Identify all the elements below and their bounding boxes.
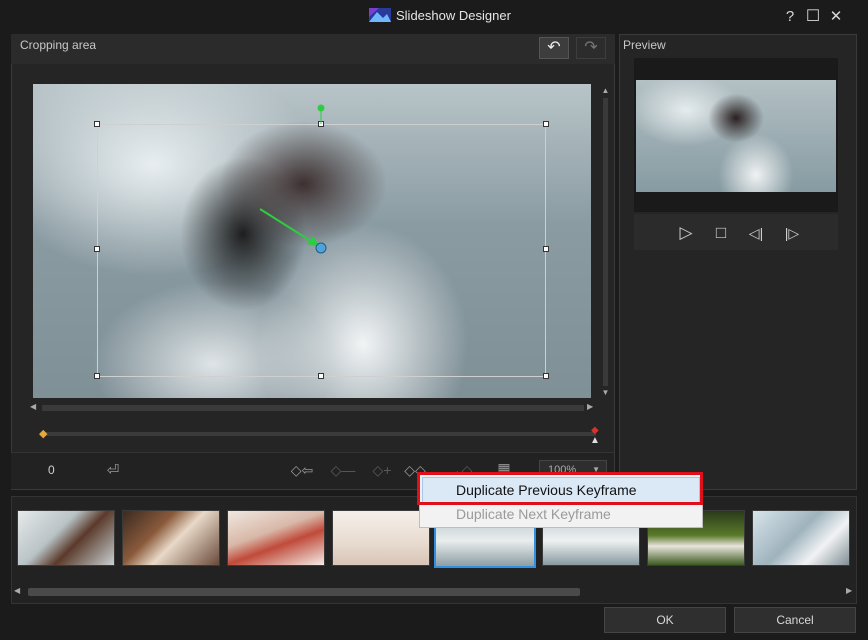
scroll-down-icon[interactable]: ▼ [601, 388, 610, 397]
remove-keyframe-icon[interactable]: ◇— [328, 462, 358, 479]
cropping-header [11, 34, 615, 64]
image-horizontal-scrollbar[interactable]: ◀ ▶ [30, 402, 596, 414]
filmstrip-scroll-right-icon[interactable]: ▶ [846, 586, 856, 595]
return-icon[interactable]: ⏎ [102, 461, 124, 479]
redo-button[interactable]: ↷ [576, 37, 606, 59]
crop-handle-bottom-right[interactable] [543, 373, 549, 379]
filmstrip-scroll-left-icon[interactable]: ◀ [14, 586, 24, 595]
stop-button[interactable]: □ [709, 222, 733, 244]
preview-label: Preview [623, 38, 666, 52]
crop-handle-right[interactable] [543, 246, 549, 252]
previous-keyframe-icon[interactable]: ◇⇦ [285, 462, 319, 479]
center-point-icon[interactable] [315, 242, 327, 254]
app-logo-icon [369, 8, 391, 22]
maximize-button[interactable]: ☐ [803, 7, 823, 27]
keyframe-start-icon[interactable]: ◆ [39, 427, 49, 440]
playhead-icon[interactable]: ▲ [590, 435, 602, 446]
help-button[interactable]: ? [780, 7, 800, 27]
scroll-up-icon[interactable]: ▲ [601, 86, 610, 95]
scroll-left-icon[interactable]: ◀ [30, 402, 40, 414]
motion-path [259, 104, 327, 254]
crop-handle-left[interactable] [94, 246, 100, 252]
window-title: Slideshow Designer [396, 8, 511, 23]
add-keyframe-icon[interactable]: ◇+ [367, 462, 397, 479]
crop-handle-top-right[interactable] [543, 121, 549, 127]
filmstrip-scroll-thumb[interactable] [28, 588, 580, 596]
horizontal-scroll-track[interactable] [42, 405, 584, 411]
annotation-highlight-box [417, 472, 703, 505]
undo-button[interactable]: ↶ [539, 37, 569, 59]
image-vertical-scrollbar[interactable]: ▲ ▼ [601, 86, 610, 398]
filmstrip-scrollbar[interactable]: ◀ ▶ [14, 586, 854, 598]
undo-icon: ↶ [547, 39, 561, 56]
crop-handle-bottom[interactable] [318, 373, 324, 379]
next-frame-button[interactable]: |▷ [780, 222, 804, 244]
ok-button[interactable]: OK [604, 607, 726, 633]
crop-handle-bottom-left[interactable] [94, 373, 100, 379]
rotate-handle-icon[interactable] [317, 104, 325, 112]
vertical-scroll-track[interactable] [603, 98, 608, 386]
filmstrip-thumbnail[interactable] [227, 510, 325, 566]
cancel-button[interactable]: Cancel [734, 607, 856, 633]
menu-item-duplicate-next-keyframe[interactable]: Duplicate Next Keyframe [456, 506, 611, 522]
keyframe-timeline[interactable] [44, 432, 596, 436]
filmstrip-thumbnail[interactable] [332, 510, 430, 566]
redo-icon: ↷ [584, 39, 598, 56]
crop-handle-top-left[interactable] [94, 121, 100, 127]
scroll-right-icon[interactable]: ▶ [587, 402, 597, 414]
preview-controls [634, 214, 838, 250]
preview-image [636, 80, 836, 192]
filmstrip-thumbnail[interactable] [17, 510, 115, 566]
cropping-area-label: Cropping area [20, 38, 97, 52]
keyframe-time: 0 [48, 463, 55, 477]
close-button[interactable]: ✕ [826, 7, 846, 27]
play-button[interactable]: ▷ [674, 222, 698, 244]
filmstrip-thumbnail[interactable] [752, 510, 850, 566]
keyframe-end-icon[interactable]: ◆ [591, 425, 601, 436]
previous-frame-button[interactable]: ◁| [744, 222, 768, 244]
filmstrip-thumbnail[interactable] [122, 510, 220, 566]
